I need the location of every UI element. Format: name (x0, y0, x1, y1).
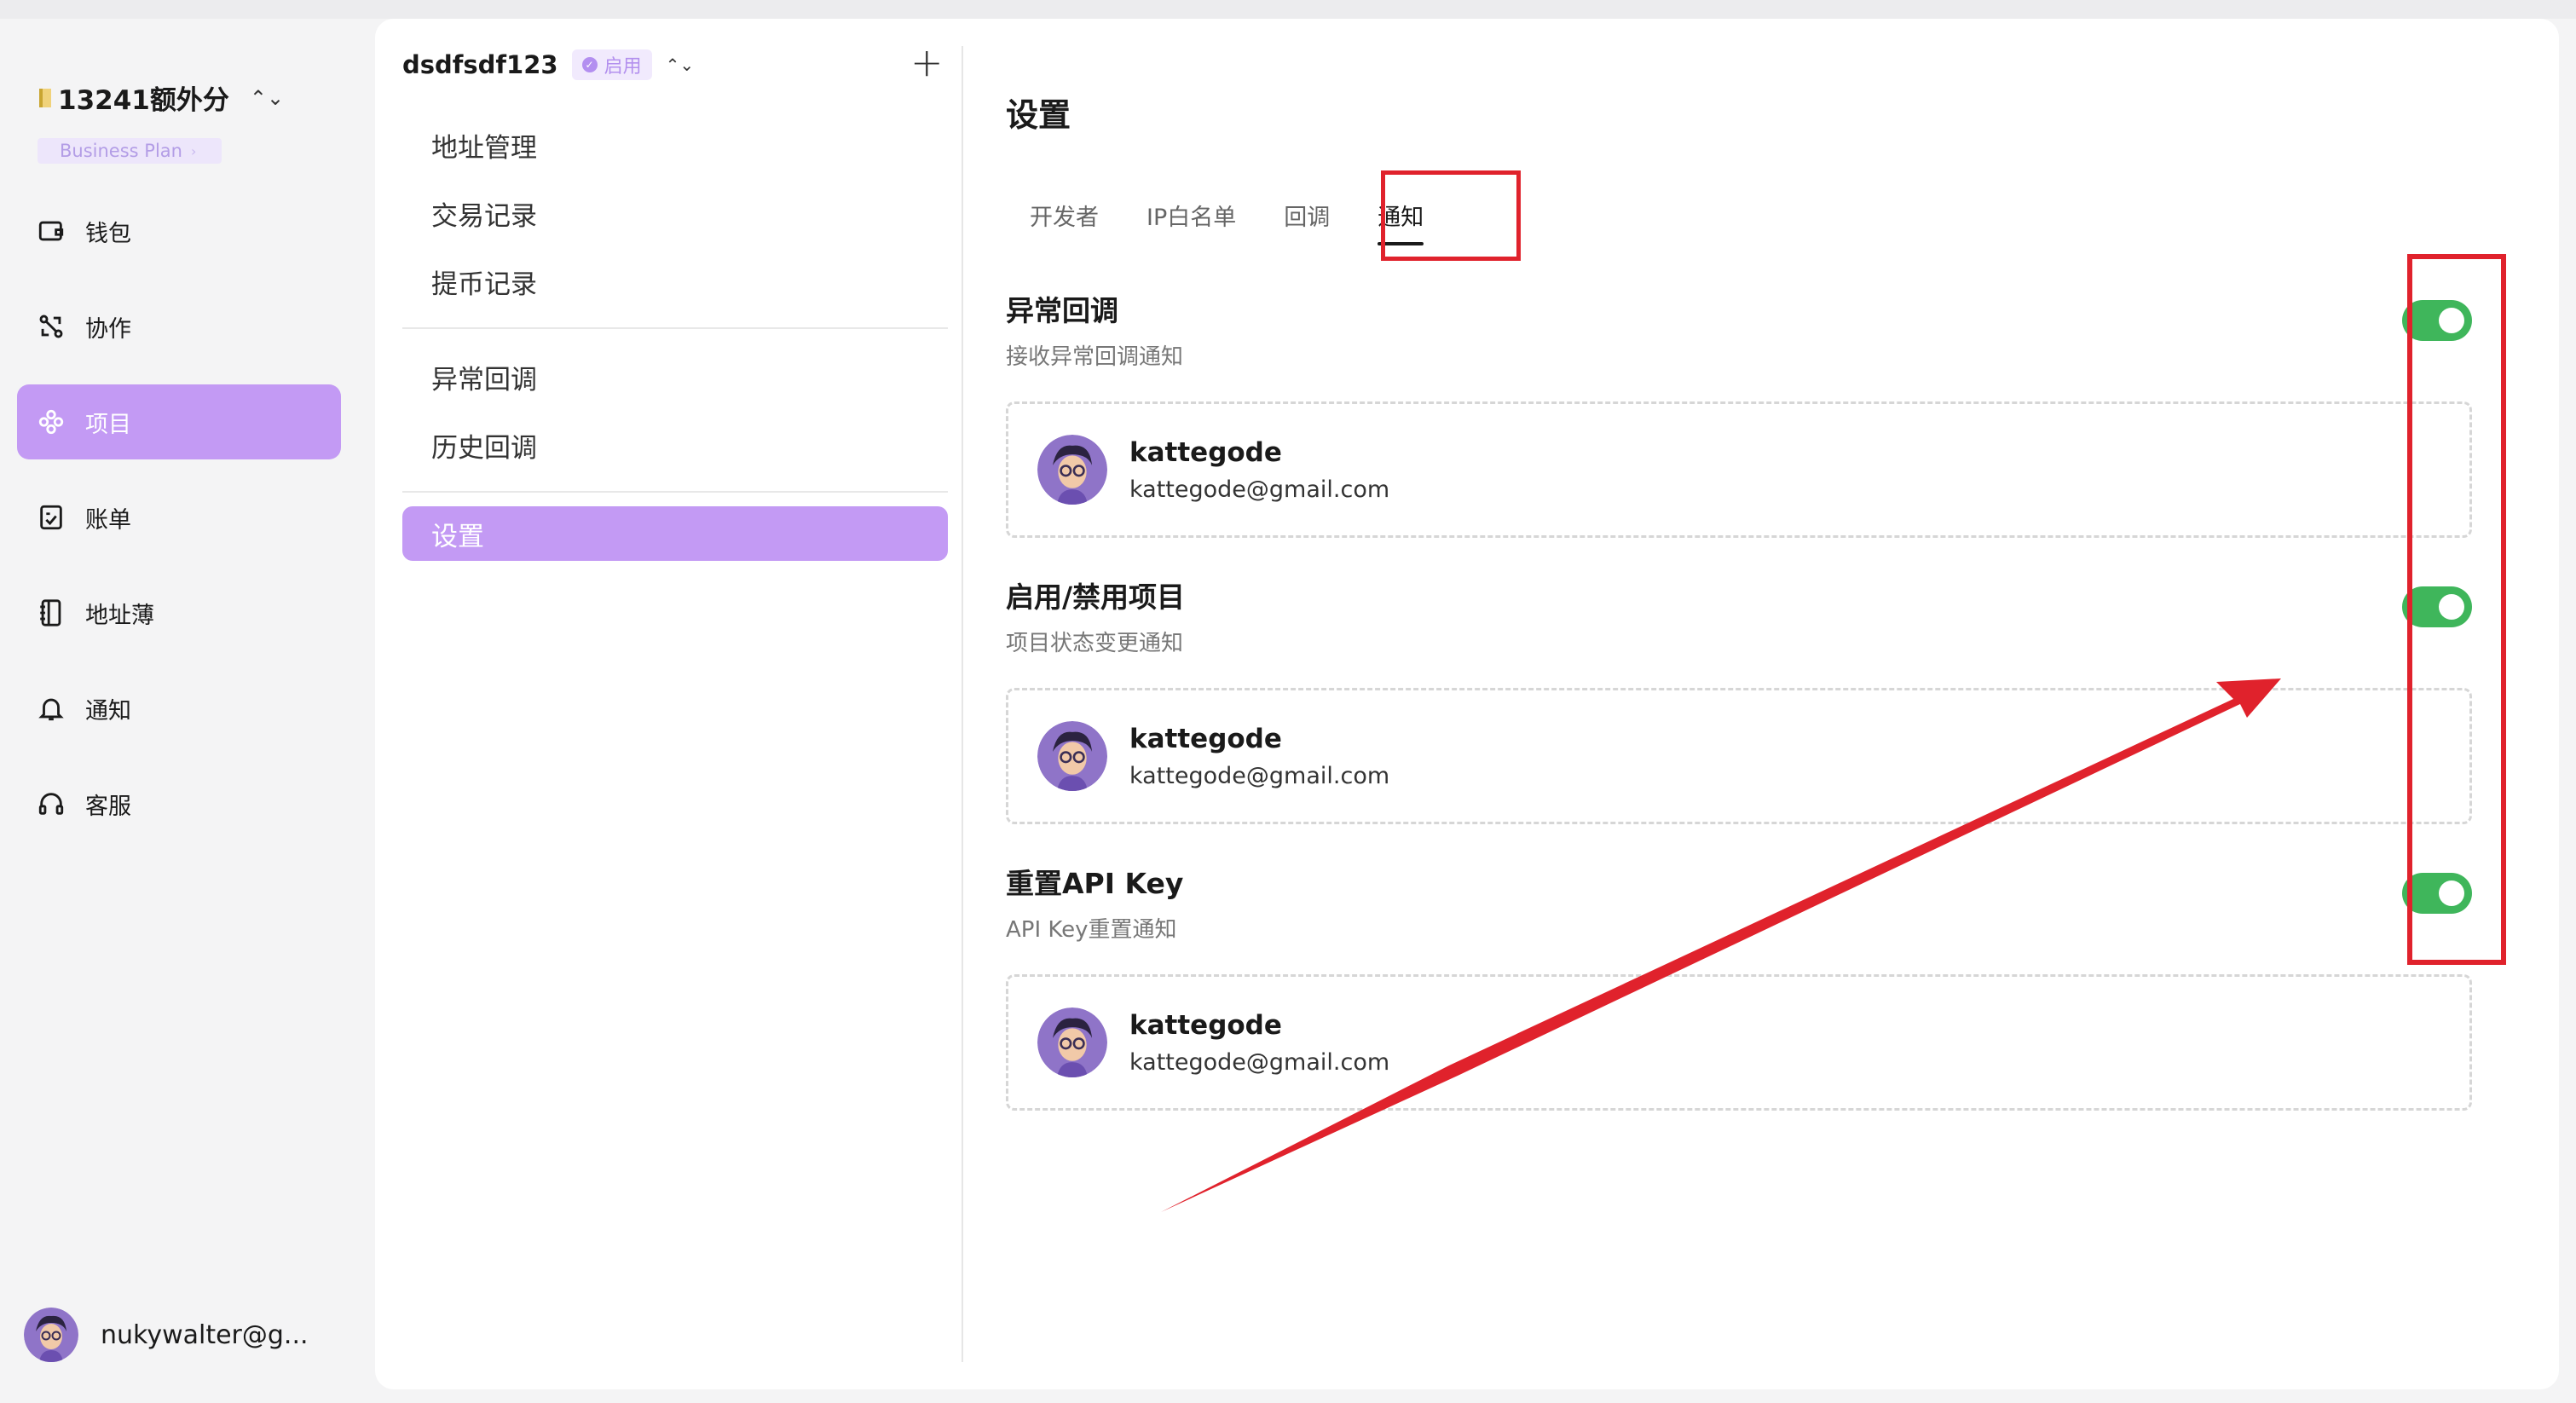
notify-section-project-status: 启用/禁用项目 项目状态变更通知 kattegode kattegode@gma… (1006, 574, 2472, 824)
chevron-right-icon: › (190, 142, 197, 159)
section-description: API Key重置通知 (1006, 917, 1177, 943)
project-switcher[interactable]: dsdfsdf123 ✓ 启用 ⌃⌄ (402, 49, 694, 80)
project-submenu: 地址管理 交易记录 提币记录 异常回调 历史回调 设置 (402, 111, 948, 561)
recipient-email: kattegode@gmail.com (1129, 476, 1390, 503)
divider (402, 327, 948, 329)
nav-label: 客服 (85, 793, 131, 820)
nav-item-support[interactable]: 客服 (17, 766, 341, 841)
recipient-box: kattegode kattegode@gmail.com (1006, 688, 2472, 824)
tab-ip-whitelist[interactable]: IP白名单 (1123, 189, 1260, 240)
avatar (1037, 435, 1107, 505)
headset-icon (36, 788, 66, 819)
recipient-name: kattegode (1129, 436, 1282, 468)
nav-item-address-book[interactable]: 地址薄 (17, 575, 341, 650)
plan-badge[interactable]: Business Plan › (38, 138, 222, 164)
add-project-button[interactable]: + (910, 43, 944, 82)
tab-callback[interactable]: 回调 (1260, 189, 1354, 240)
recipient-box: kattegode kattegode@gmail.com (1006, 401, 2472, 538)
nav-item-project[interactable]: 项目 (17, 384, 341, 459)
nav-label: 通知 (85, 697, 131, 725)
wallet-icon (36, 216, 66, 246)
nav-item-bill[interactable]: 账单 (17, 480, 341, 555)
avatar (24, 1308, 78, 1362)
section-title: 启用/禁用项目 (1006, 580, 1186, 614)
nav-item-collaboration[interactable]: 协作 (17, 289, 341, 364)
recipient-info: kattegode kattegode@gmail.com (1129, 724, 1389, 789)
submenu-transactions[interactable]: 交易记录 (402, 179, 948, 247)
project-subpanel: dsdfsdf123 ✓ 启用 ⌃⌄ + 地址管理 交易记录 提币记录 异常回调… (375, 19, 963, 1389)
submenu-withdrawals[interactable]: 提币记录 (402, 247, 948, 315)
page-title: 设置 (1006, 96, 1071, 134)
collaboration-icon (36, 311, 66, 342)
submenu-abnormal-callback[interactable]: 异常回调 (402, 343, 948, 411)
submenu-address-management[interactable]: 地址管理 (402, 111, 948, 179)
nav-label: 钱包 (85, 220, 131, 247)
avatar (1037, 721, 1107, 791)
recipient-name: kattegode (1129, 723, 1282, 754)
status-label: 启用 (604, 56, 642, 78)
section-title: 异常回调 (1006, 294, 1118, 327)
section-description: 项目状态变更通知 (1006, 631, 1184, 656)
address-book-icon (36, 598, 66, 628)
top-strip (0, 0, 2576, 19)
notify-section-api-key-reset: 重置API Key API Key重置通知 kattegode kattegod… (1006, 861, 2472, 1111)
nav-item-wallet[interactable]: 钱包 (17, 193, 341, 268)
divider (402, 491, 948, 493)
recipient-name: kattegode (1129, 1009, 1282, 1041)
tab-developer[interactable]: 开发者 (1006, 189, 1123, 240)
plan-label: Business Plan (60, 141, 182, 161)
nav-label: 项目 (85, 411, 131, 438)
bill-icon (36, 502, 66, 533)
recipient-email: kattegode@gmail.com (1129, 762, 1390, 789)
org-switcher[interactable]: 13241额外分 ⌃⌄ (39, 78, 284, 117)
project-icon (36, 407, 66, 437)
annotation-tab-highlight (1381, 170, 1521, 261)
org-name: 13241额外分 (58, 85, 229, 116)
project-name: dsdfsdf123 (402, 50, 558, 79)
recipient-info: kattegode kattegode@gmail.com (1129, 1010, 1389, 1076)
section-title: 重置API Key (1006, 867, 1184, 900)
check-icon: ✓ (581, 57, 598, 72)
user-account[interactable]: nukywalter@g... (24, 1308, 309, 1362)
settings-content: 设置 开发者 IP白名单 回调 通知 异常回调 接收异常回调通知 kattego… (1006, 19, 2540, 1389)
section-description: 接收异常回调通知 (1006, 344, 1184, 370)
chevron-up-down-icon: ⌃⌄ (249, 85, 285, 110)
bell-icon (36, 693, 66, 724)
submenu-callback-history[interactable]: 历史回调 (402, 411, 948, 479)
nav-item-notifications[interactable]: 通知 (17, 671, 341, 746)
panel-divider (962, 46, 963, 1362)
nav-label: 账单 (85, 506, 131, 534)
org-logo-icon (39, 88, 51, 107)
recipient-box: kattegode kattegode@gmail.com (1006, 974, 2472, 1111)
annotation-toggles-highlight (2407, 254, 2506, 965)
notify-section-abnormal-callback: 异常回调 接收异常回调通知 kattegode kattegode@gmail.… (1006, 288, 2472, 538)
nav-label: 地址薄 (85, 602, 154, 629)
main-nav: 钱包 协作 项目 账单 地址薄 通知 客服 (17, 193, 341, 862)
recipient-email: kattegode@gmail.com (1129, 1048, 1390, 1076)
user-name: nukywalter@g... (101, 1319, 309, 1350)
recipient-info: kattegode kattegode@gmail.com (1129, 437, 1389, 503)
app-sidebar: 13241额外分 ⌃⌄ Business Plan › 钱包 协作 项目 账单 … (0, 19, 358, 1403)
submenu-settings[interactable]: 设置 (402, 506, 948, 561)
status-badge: ✓ 启用 (571, 49, 652, 80)
nav-label: 协作 (85, 315, 131, 343)
chevron-up-down-icon: ⌃⌄ (665, 55, 695, 75)
avatar (1037, 1008, 1107, 1077)
